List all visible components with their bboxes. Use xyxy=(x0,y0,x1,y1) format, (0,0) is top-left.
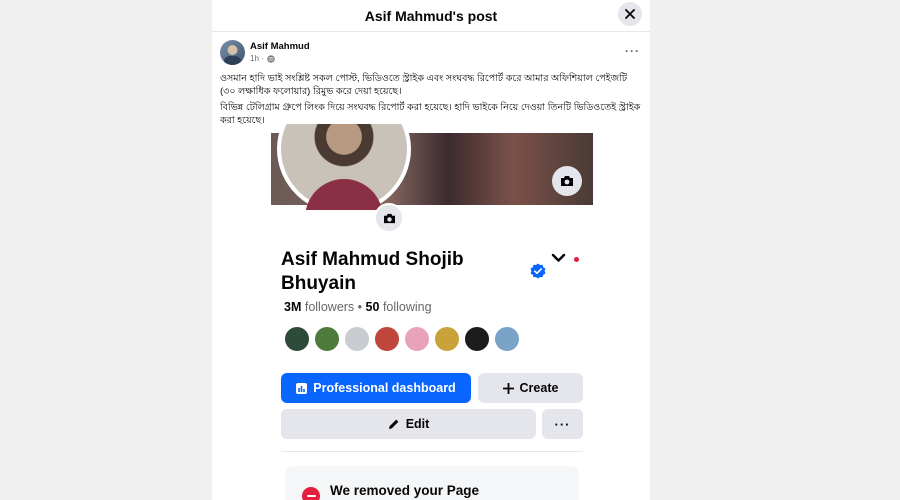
post-paragraph: ওসমান হাদি ভাই সংশ্লিষ্ট সকল পোস্ট, ভিডি… xyxy=(220,73,627,97)
chevron-down-icon xyxy=(551,253,566,262)
followers-label: followers xyxy=(304,300,355,314)
friend-avatar xyxy=(494,326,520,352)
notification-dot xyxy=(574,257,579,262)
post-header: Asif Mahmud 1h · ··· xyxy=(212,40,650,72)
globe-icon xyxy=(267,54,275,63)
followers-count: 3M xyxy=(284,300,302,314)
following-label: following xyxy=(382,300,432,314)
professional-dashboard-button: Professional dashboard xyxy=(281,373,471,403)
background-left xyxy=(0,0,212,500)
friend-avatar xyxy=(374,326,400,352)
friends-avatar-row xyxy=(284,326,520,352)
create-button: Create xyxy=(478,373,583,403)
friend-avatar xyxy=(464,326,490,352)
edit-label: Edit xyxy=(405,417,430,431)
post-time[interactable]: 1h · xyxy=(250,54,264,63)
profile-name: Asif Mahmud Shojib Bhuyain xyxy=(281,249,464,294)
edit-button: Edit xyxy=(281,409,536,439)
post-more-button[interactable]: ··· xyxy=(625,44,640,58)
no-entry-icon xyxy=(302,487,320,500)
close-button[interactable] xyxy=(618,2,642,26)
post-dialog: Asif Mahmud's post Asif Mahmud 1h · ··· xyxy=(212,0,650,500)
profile-picture xyxy=(277,124,411,210)
verified-badge-icon xyxy=(530,263,546,279)
background-right xyxy=(650,0,900,500)
notice-title: We removed your Page xyxy=(330,483,480,498)
stats-separator: • xyxy=(357,300,363,314)
friend-avatar xyxy=(314,326,340,352)
create-label: Create xyxy=(519,381,559,395)
pencil-icon xyxy=(388,419,399,429)
friend-avatar xyxy=(284,326,310,352)
page-removed-notice: We removed your Page xyxy=(285,466,579,500)
profile-screenshot-image[interactable]: Asif Mahmud Shojib Bhuyain 3M followers … xyxy=(271,124,593,500)
dashboard-chart-icon xyxy=(296,382,308,394)
dialog-title: Asif Mahmud's post xyxy=(364,7,498,24)
author-avatar[interactable] xyxy=(220,40,245,65)
friend-avatar xyxy=(434,326,460,352)
author-name[interactable]: Asif Mahmud xyxy=(250,41,310,52)
camera-icon xyxy=(561,176,573,186)
profile-more-button: ··· xyxy=(542,409,583,439)
more-horizontal-icon: ··· xyxy=(554,416,571,432)
plus-icon xyxy=(502,382,514,394)
post-meta: 1h · xyxy=(250,54,275,63)
dialog-header: Asif Mahmud's post xyxy=(212,0,650,32)
profile-camera-button xyxy=(374,203,404,233)
follow-stats: 3M followers • 50 following xyxy=(284,300,432,314)
close-icon xyxy=(625,9,635,19)
friend-avatar xyxy=(344,326,370,352)
friend-avatar xyxy=(404,326,430,352)
cover-camera-button xyxy=(552,166,582,196)
divider xyxy=(281,451,583,452)
post-text: ওসমান হাদি ভাই সংশ্লিষ্ট সকল পোস্ট, ভিডি… xyxy=(212,72,650,127)
following-count: 50 xyxy=(365,300,380,314)
camera-icon xyxy=(383,213,395,223)
professional-dashboard-label: Professional dashboard xyxy=(313,381,456,395)
more-horizontal-icon: ··· xyxy=(625,44,640,58)
